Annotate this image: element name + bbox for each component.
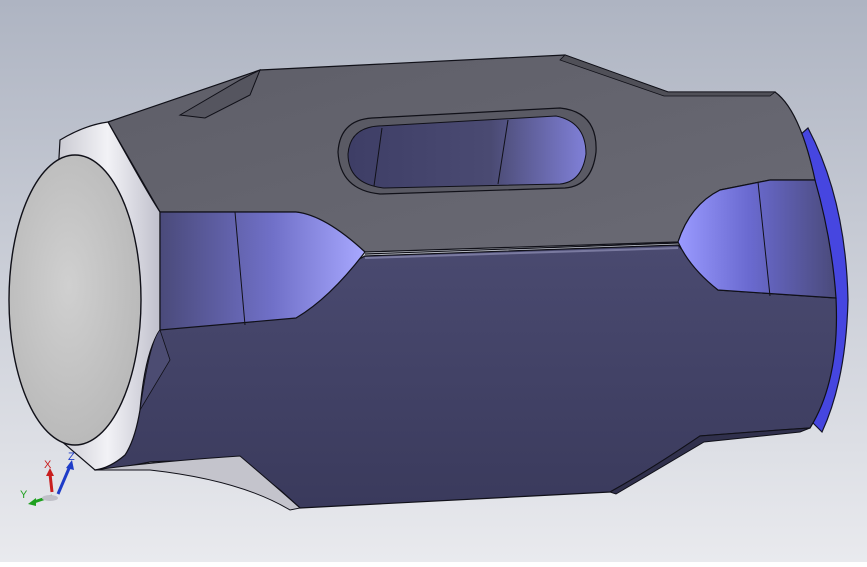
y-axis-arrow — [28, 498, 36, 506]
triad-origin — [42, 495, 58, 501]
3d-viewport[interactable]: X Z Y — [0, 0, 867, 562]
left-end-face — [8, 154, 142, 446]
z-axis-line — [56, 465, 72, 495]
x-axis-label: X — [44, 459, 52, 471]
z-axis-label: Z — [68, 451, 75, 463]
coordinate-triad[interactable]: X Z Y — [14, 446, 84, 510]
y-axis-label: Y — [20, 489, 28, 501]
triad-svg: X Z Y — [20, 451, 75, 506]
model-canvas[interactable] — [0, 0, 867, 562]
eye-slot-hole — [347, 115, 587, 189]
x-axis-line — [48, 473, 54, 493]
